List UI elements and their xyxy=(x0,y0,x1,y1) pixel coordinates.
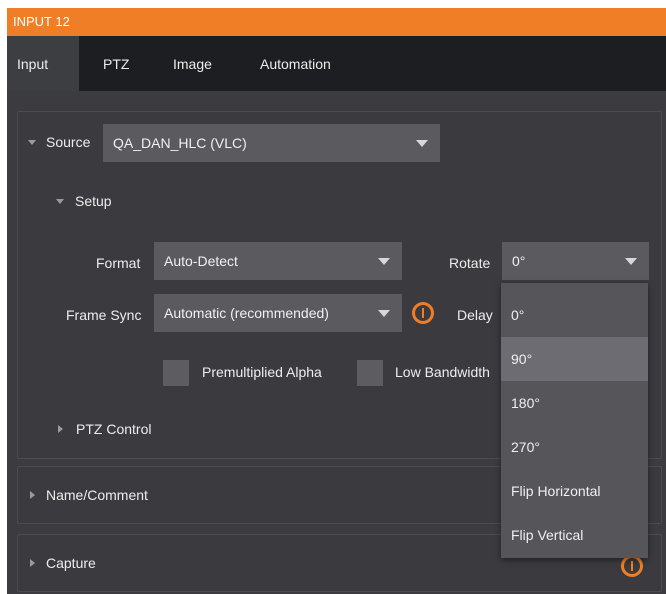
tab-automation[interactable]: Automation xyxy=(250,36,341,91)
rotate-option-flip-horizontal[interactable]: Flip Horizontal xyxy=(501,469,648,513)
rotate-option-90[interactable]: 90° xyxy=(501,337,648,381)
format-label: Format xyxy=(96,255,141,271)
delay-label: Delay xyxy=(457,307,493,323)
ptz-control-label[interactable]: PTZ Control xyxy=(76,421,151,437)
tab-ptz[interactable]: PTZ xyxy=(93,36,139,91)
source-collapse-chevron-down-icon[interactable] xyxy=(28,140,36,145)
tab-input[interactable]: Input xyxy=(7,36,79,91)
setup-label: Setup xyxy=(75,193,112,209)
rotate-dropdown-value: 0° xyxy=(512,253,526,269)
low-bandwidth-label: Low Bandwidth xyxy=(395,364,490,380)
window-title: INPUT 12 xyxy=(7,8,666,36)
setup-collapse-chevron-down-icon[interactable] xyxy=(56,199,64,204)
frame-sync-dropdown[interactable]: Automatic (recommended) xyxy=(154,294,402,332)
tab-bar: Input PTZ Image Automation xyxy=(7,36,666,91)
capture-label: Capture xyxy=(46,555,96,571)
source-label: Source xyxy=(46,134,91,150)
source-dropdown[interactable]: QA_DAN_HLC (VLC) xyxy=(103,124,440,162)
rotate-option-180[interactable]: 180° xyxy=(501,381,648,425)
input-properties-window: INPUT 12 Input PTZ Image Automation Sour… xyxy=(7,8,666,594)
capture-info-icon[interactable] xyxy=(621,555,643,577)
ptz-control-chevron-right-icon[interactable] xyxy=(58,425,63,433)
rotate-label: Rotate xyxy=(449,255,491,271)
rotate-option-270[interactable]: 270° xyxy=(501,425,648,469)
low-bandwidth-checkbox[interactable] xyxy=(357,360,383,386)
name-comment-chevron-right-icon xyxy=(30,491,35,499)
rotate-option-0[interactable]: 0° xyxy=(501,293,648,337)
premultiplied-alpha-label: Premultiplied Alpha xyxy=(202,364,322,380)
capture-chevron-right-icon xyxy=(30,559,35,567)
name-comment-label: Name/Comment xyxy=(46,487,148,503)
rotate-dropdown[interactable]: 0° xyxy=(502,242,649,280)
info-icon[interactable] xyxy=(412,302,434,324)
format-dropdown-value: Auto-Detect xyxy=(164,253,238,269)
caret-down-icon xyxy=(378,258,390,265)
frame-sync-dropdown-value: Automatic (recommended) xyxy=(164,305,329,321)
caret-down-icon xyxy=(378,310,390,317)
tab-image[interactable]: Image xyxy=(163,36,222,91)
rotate-dropdown-menu: 0° 90° 180° 270° Flip Horizontal Flip Ve… xyxy=(501,283,648,558)
format-dropdown[interactable]: Auto-Detect xyxy=(154,242,402,280)
rotate-option-flip-vertical[interactable]: Flip Vertical xyxy=(501,513,648,557)
source-dropdown-value: QA_DAN_HLC (VLC) xyxy=(113,135,247,151)
frame-sync-label: Frame Sync xyxy=(66,307,142,323)
caret-down-icon xyxy=(625,258,637,265)
caret-down-icon xyxy=(416,140,428,147)
premultiplied-alpha-checkbox[interactable] xyxy=(163,360,189,386)
